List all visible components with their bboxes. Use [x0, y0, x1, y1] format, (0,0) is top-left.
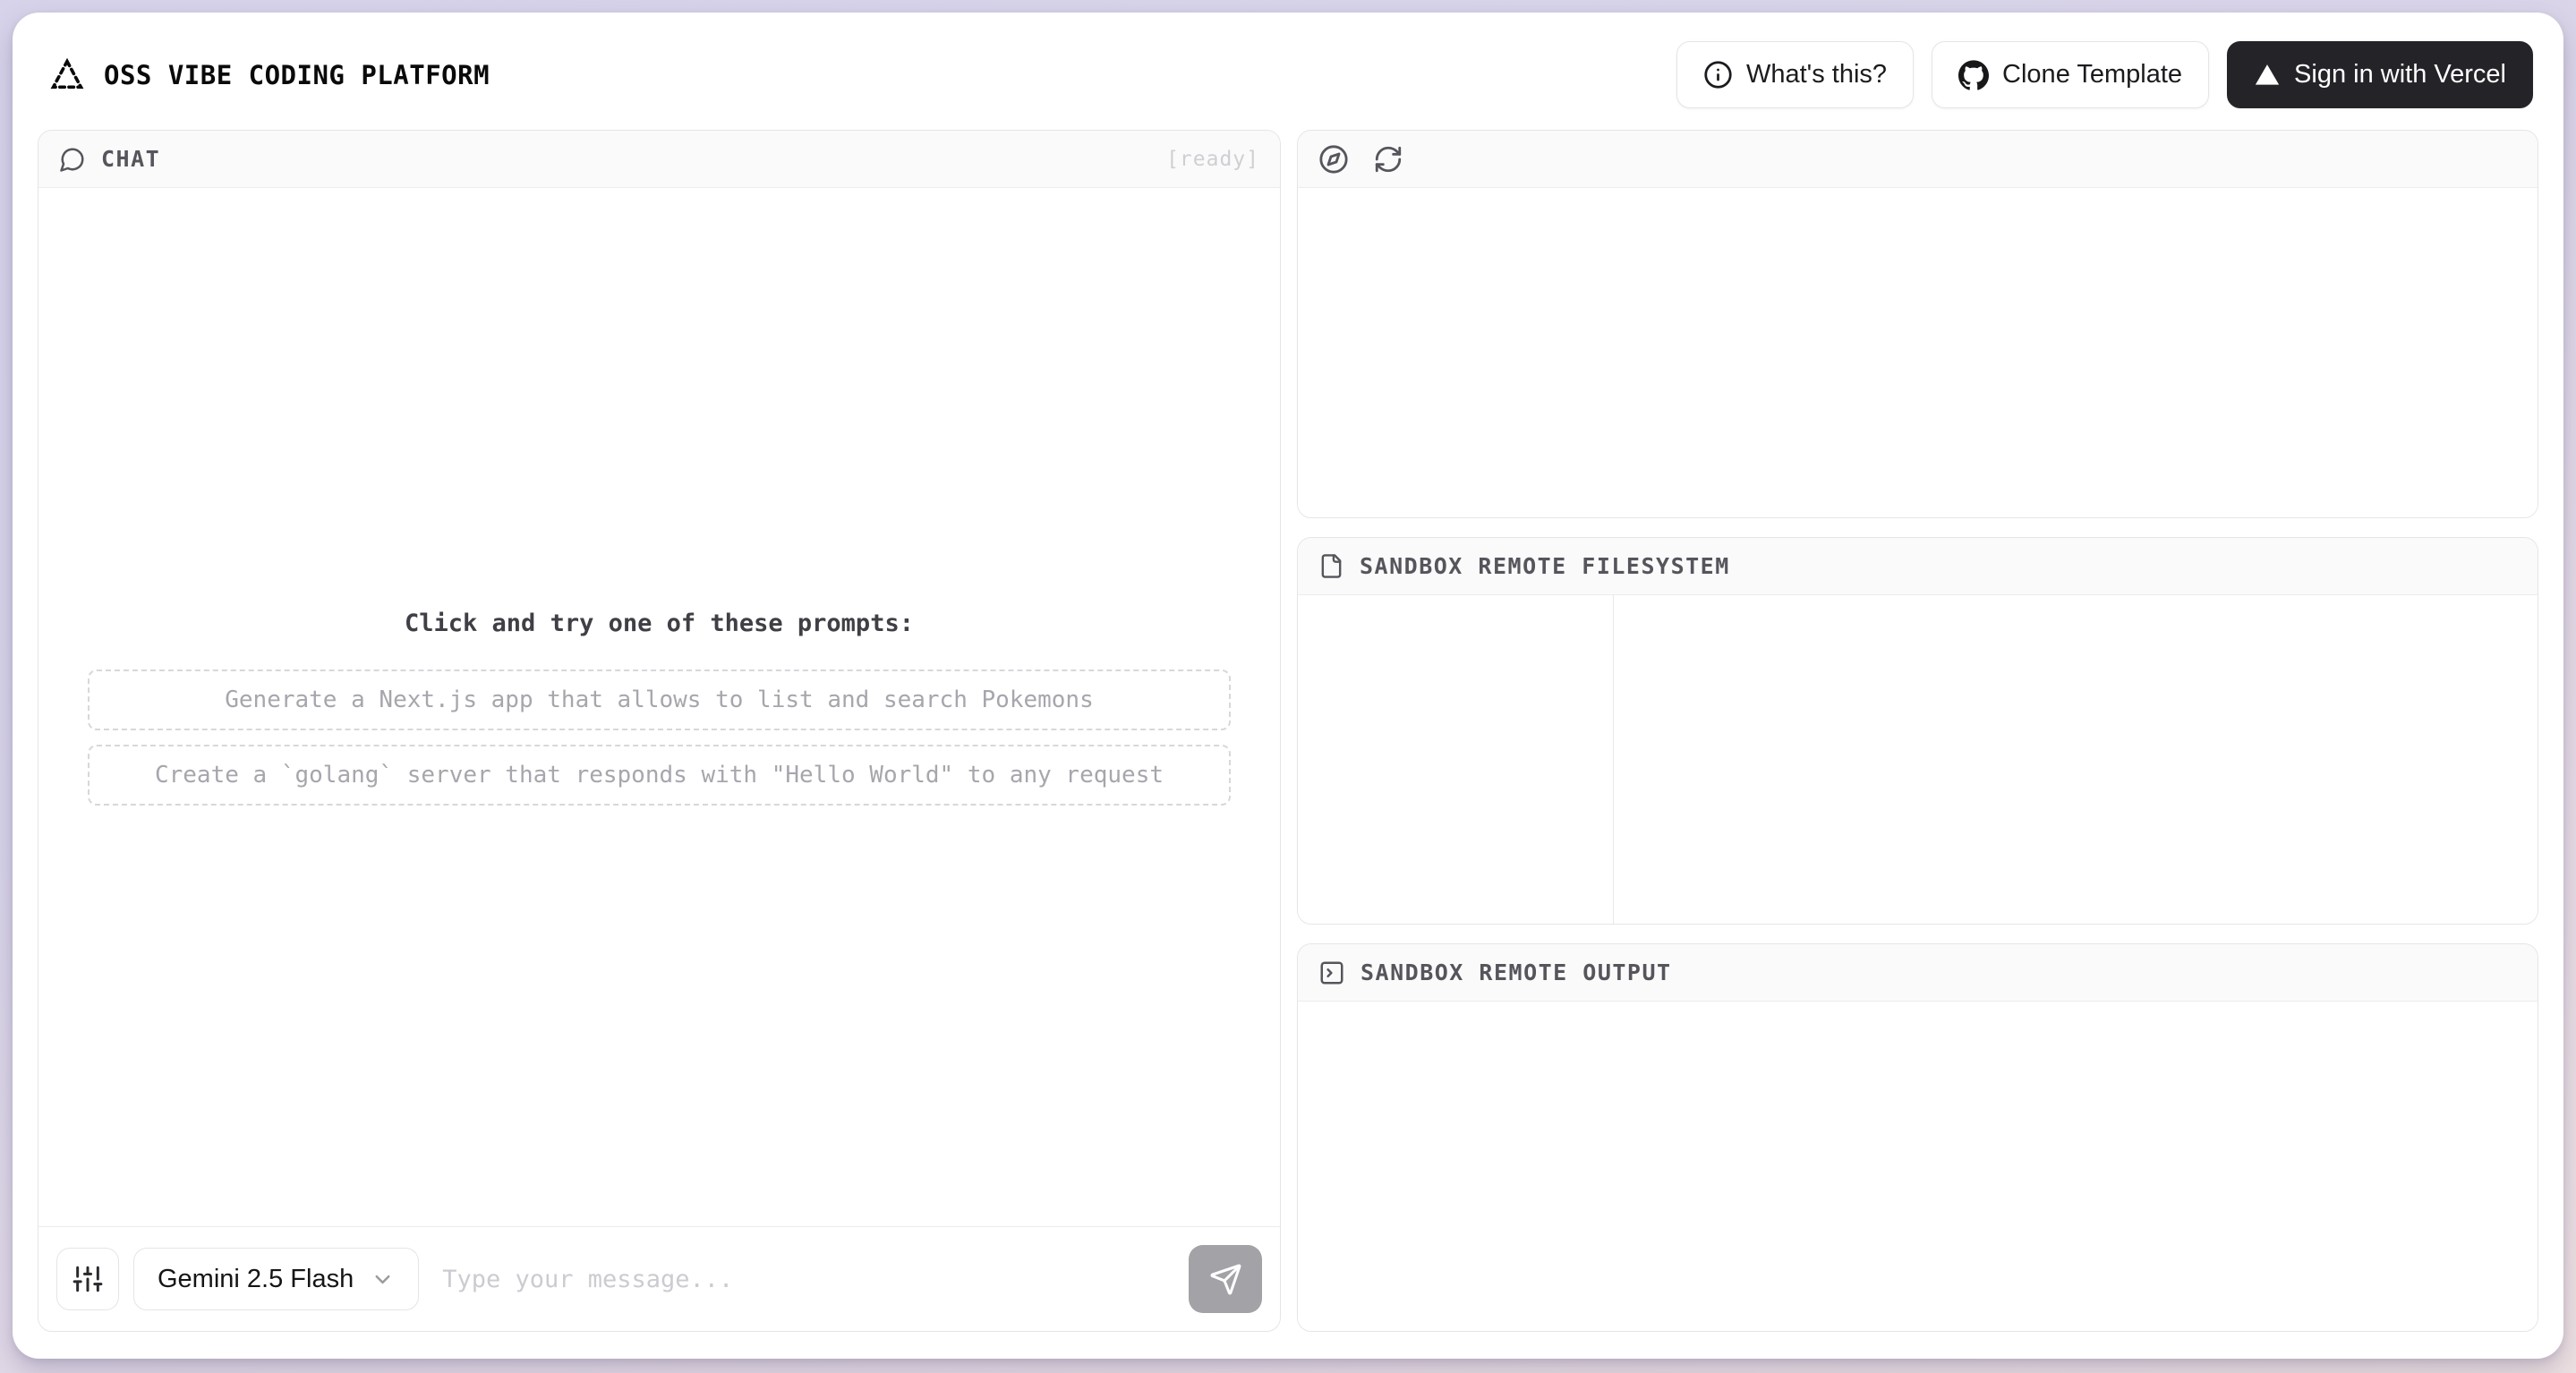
model-settings-button[interactable] — [56, 1248, 119, 1310]
file-content-pane — [1614, 594, 2538, 925]
app-header: OSS VIBE CODING PLATFORM What's this? Cl… — [38, 34, 2538, 130]
send-button[interactable] — [1189, 1245, 1262, 1313]
vercel-triangle-icon — [2254, 62, 2281, 89]
app-title: OSS VIBE CODING PLATFORM — [104, 59, 490, 90]
model-selector[interactable]: Gemini 2.5 Flash — [133, 1248, 420, 1310]
sliders-icon — [73, 1264, 103, 1294]
filesystem-body — [1298, 594, 2538, 925]
prompt-suggestions: Click and try one of these prompts: Gene… — [88, 610, 1231, 806]
terminal-icon — [1318, 959, 1345, 986]
header-actions: What's this? Clone Template Sign in with… — [1676, 41, 2533, 108]
chat-input-bar: Gemini 2.5 Flash — [38, 1226, 1280, 1331]
refresh-icon — [1373, 144, 1403, 175]
sign-in-with-vercel-button[interactable]: Sign in with Vercel — [2227, 41, 2533, 108]
paper-plane-icon — [1209, 1263, 1242, 1296]
chat-panel-header: CHAT [ready] — [38, 131, 1280, 188]
output-content-area — [1298, 1002, 2538, 1332]
compass-icon — [1318, 144, 1349, 175]
chat-bubble-icon — [59, 146, 86, 173]
sign-in-label: Sign in with Vercel — [2294, 60, 2506, 89]
info-icon — [1703, 60, 1733, 90]
file-icon — [1318, 553, 1344, 579]
clone-template-label: Clone Template — [2002, 60, 2183, 89]
vercel-dashed-triangle-logo-icon — [48, 56, 86, 94]
filesystem-panel-header: SANDBOX REMOTE FILESYSTEM — [1298, 537, 2538, 595]
main-content: CHAT [ready] Click and try one of these … — [38, 130, 2538, 1333]
github-icon — [1958, 59, 1990, 90]
preview-content-area — [1298, 188, 2538, 517]
brand: OSS VIBE CODING PLATFORM — [48, 56, 490, 94]
preview-panel — [1297, 130, 2538, 518]
suggested-prompt-pokemons[interactable]: Generate a Next.js app that allows to li… — [88, 669, 1231, 730]
right-column: SANDBOX REMOTE FILESYSTEM SANDBOX REMOTE… — [1297, 130, 2538, 1333]
chat-messages-area: Click and try one of these prompts: Gene… — [38, 188, 1280, 1226]
filesystem-panel: SANDBOX REMOTE FILESYSTEM — [1297, 536, 2538, 925]
app-window: OSS VIBE CODING PLATFORM What's this? Cl… — [13, 13, 2563, 1359]
file-tree-pane — [1298, 594, 1615, 925]
clone-template-button[interactable]: Clone Template — [1932, 41, 2210, 108]
whats-this-label: What's this? — [1746, 60, 1888, 89]
model-selector-value: Gemini 2.5 Flash — [158, 1264, 354, 1293]
chat-status-badge: [ready] — [1166, 147, 1259, 171]
message-input[interactable] — [433, 1265, 1174, 1293]
prompt-suggestions-heading: Click and try one of these prompts: — [405, 609, 914, 637]
preview-panel-header — [1298, 131, 2538, 188]
output-panel: SANDBOX REMOTE OUTPUT — [1297, 943, 2538, 1333]
chat-panel: CHAT [ready] Click and try one of these … — [38, 130, 1281, 1332]
output-panel-header: SANDBOX REMOTE OUTPUT — [1298, 944, 2538, 1002]
chevron-down-icon — [371, 1267, 395, 1292]
open-preview-button[interactable] — [1318, 144, 1349, 175]
suggested-prompt-golang[interactable]: Create a `golang` server that responds w… — [88, 744, 1231, 806]
chat-panel-title: CHAT — [101, 146, 161, 172]
filesystem-panel-title: SANDBOX REMOTE FILESYSTEM — [1360, 552, 1730, 579]
whats-this-button[interactable]: What's this? — [1676, 41, 1915, 108]
output-panel-title: SANDBOX REMOTE OUTPUT — [1361, 959, 1672, 986]
refresh-preview-button[interactable] — [1373, 144, 1403, 175]
